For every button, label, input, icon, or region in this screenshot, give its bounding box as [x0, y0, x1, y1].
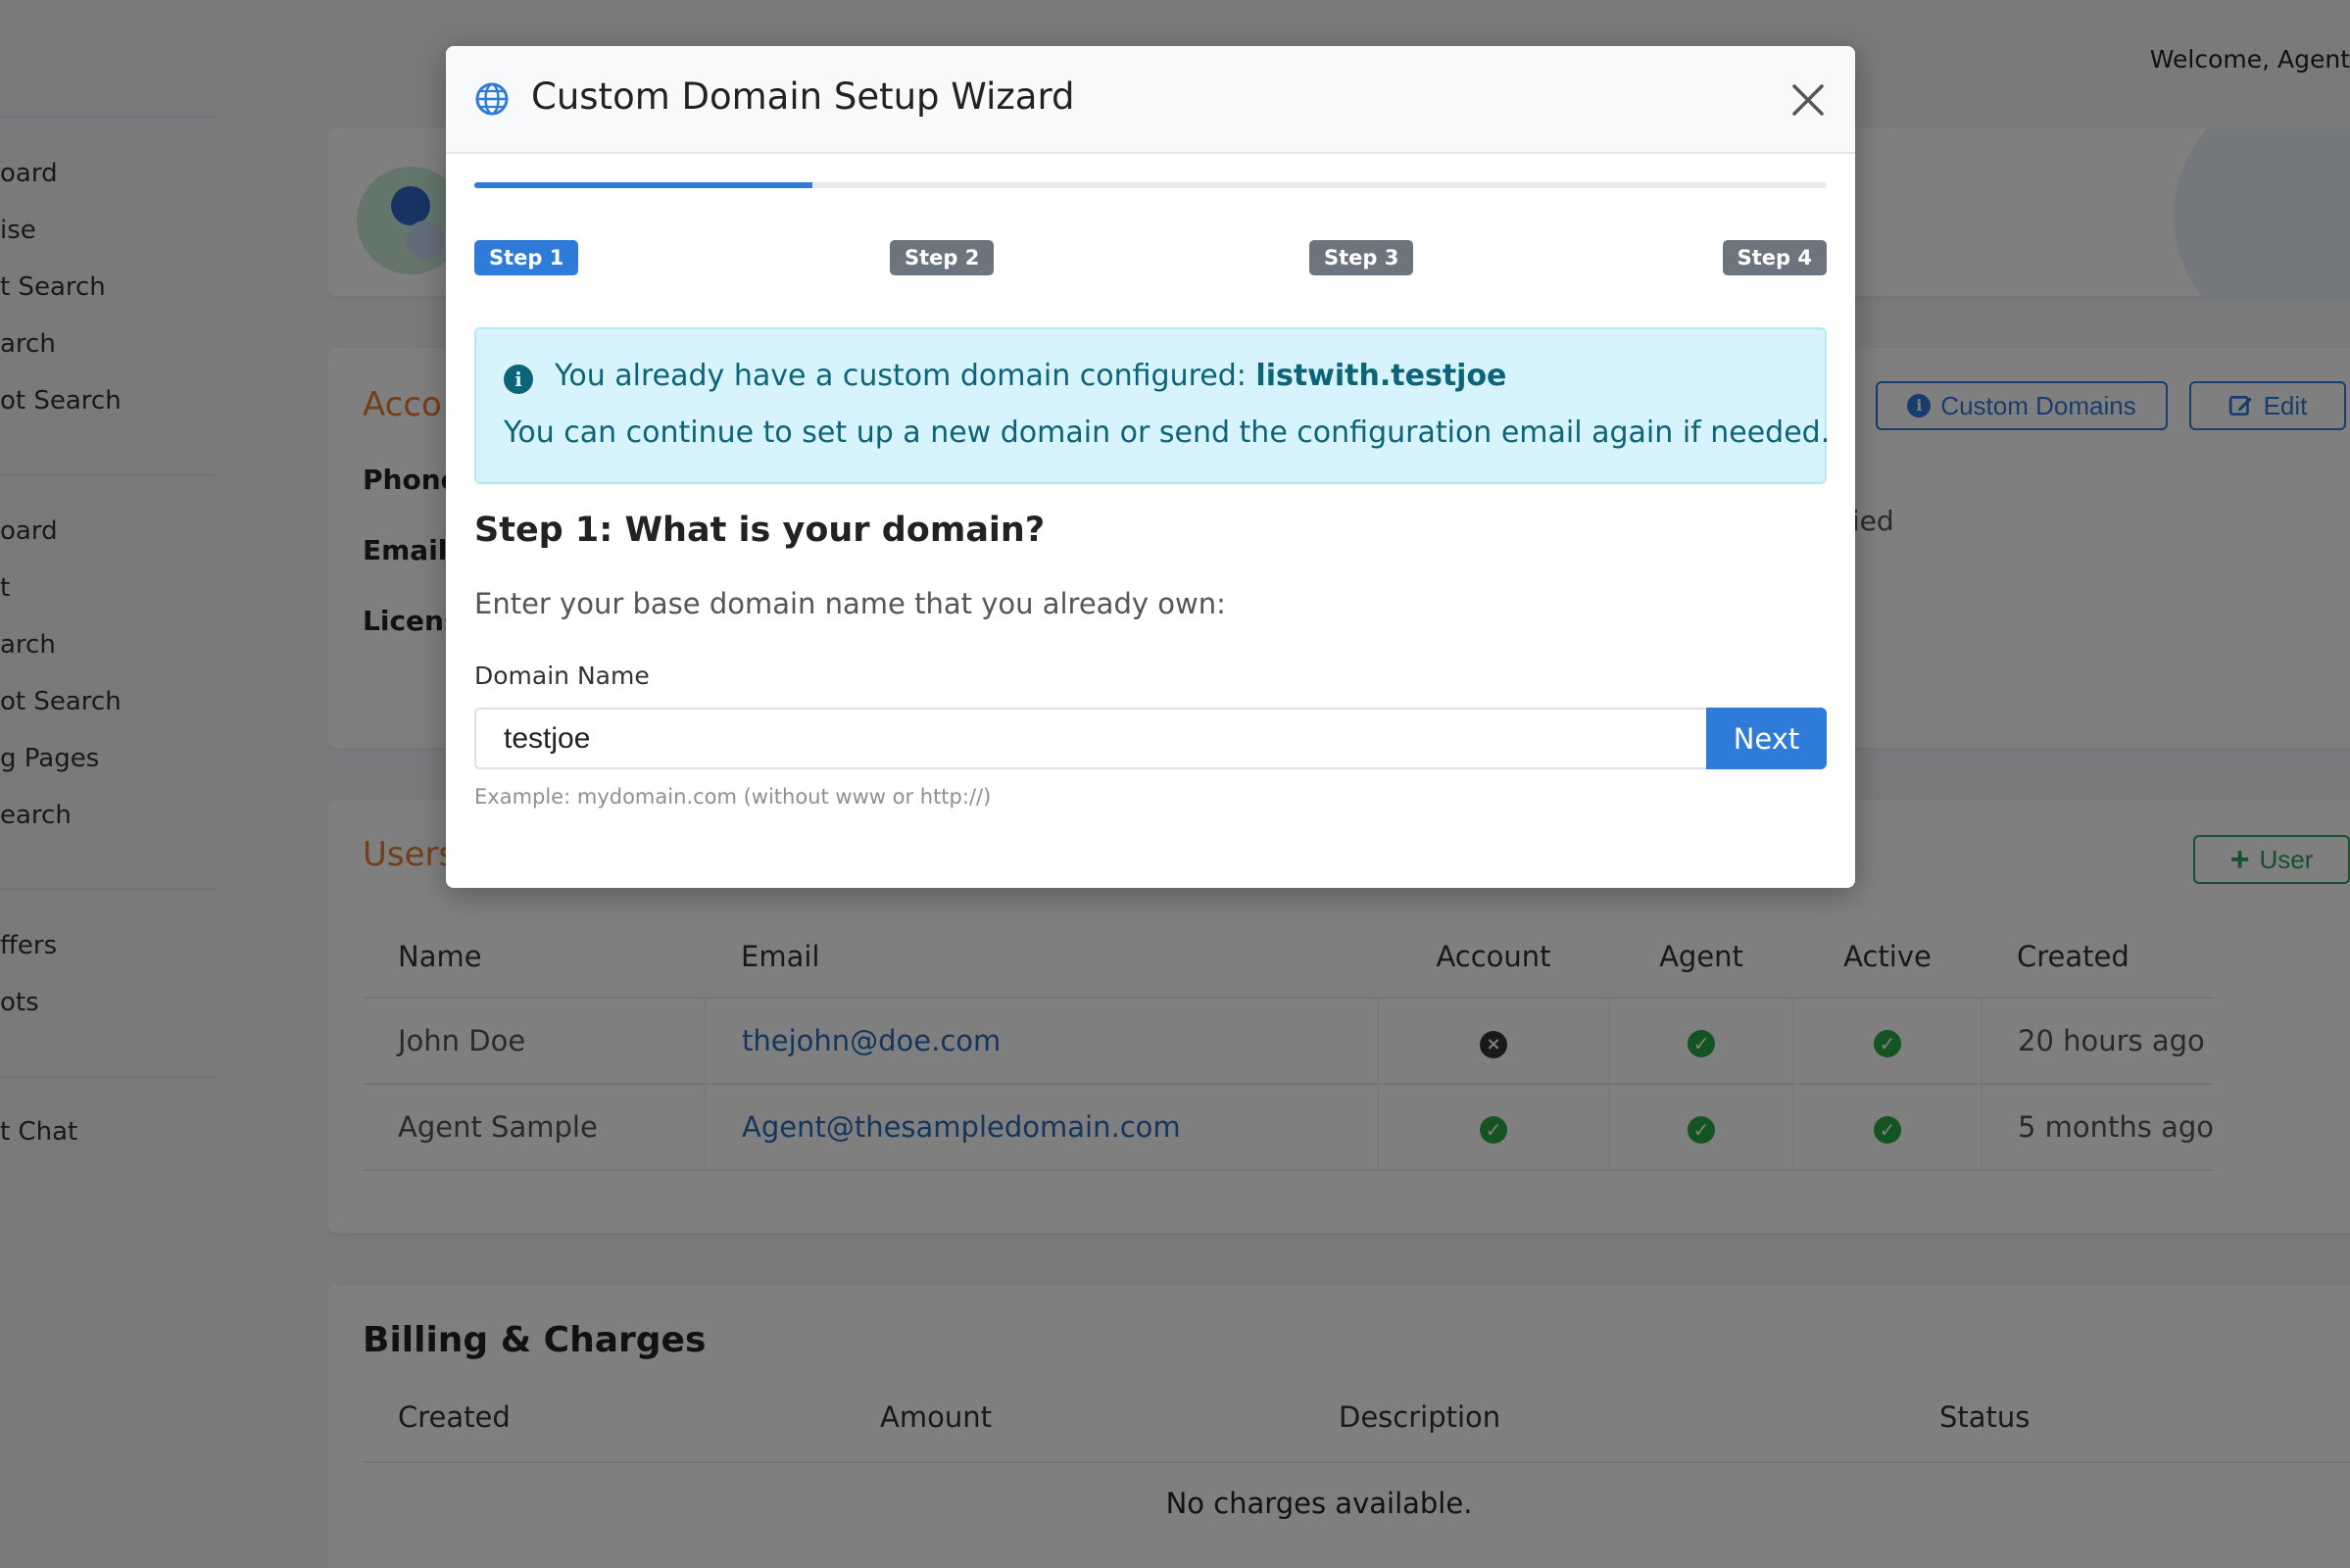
step-badge-2: Step 2	[890, 240, 995, 275]
alert-message: You already have a custom domain configu…	[555, 359, 1506, 393]
info-circle-icon: i	[504, 365, 533, 394]
step-description: Enter your base domain name that you alr…	[474, 587, 1226, 620]
globe-icon	[475, 82, 509, 116]
domain-help-text: Example: mydomain.com (without www or ht…	[474, 785, 992, 808]
alert-prefix: You already have a custom domain configu…	[555, 359, 1256, 393]
next-button[interactable]: Next	[1706, 708, 1827, 769]
wizard-progress-bar	[474, 182, 1827, 188]
custom-domain-wizard-modal: Custom Domain Setup Wizard Step 1 Step 2…	[446, 46, 1855, 888]
modal-header: Custom Domain Setup Wizard	[446, 46, 1855, 154]
modal-title: Custom Domain Setup Wizard	[531, 75, 1075, 118]
alert-detail: You can continue to set up a new domain …	[504, 416, 1831, 450]
existing-domain-alert: i You already have a custom domain confi…	[474, 327, 1831, 484]
close-icon[interactable]	[1787, 78, 1830, 122]
step-heading: Step 1: What is your domain?	[474, 511, 1046, 550]
configured-domain: listwith.testjoe	[1255, 359, 1507, 393]
domain-name-label: Domain Name	[474, 662, 650, 690]
step-badge-1: Step 1	[474, 240, 579, 275]
domain-name-input[interactable]	[474, 708, 1707, 769]
step-badge-4: Step 4	[1722, 240, 1827, 275]
wizard-progress-fill	[474, 182, 812, 188]
step-badge-3: Step 3	[1309, 240, 1414, 275]
